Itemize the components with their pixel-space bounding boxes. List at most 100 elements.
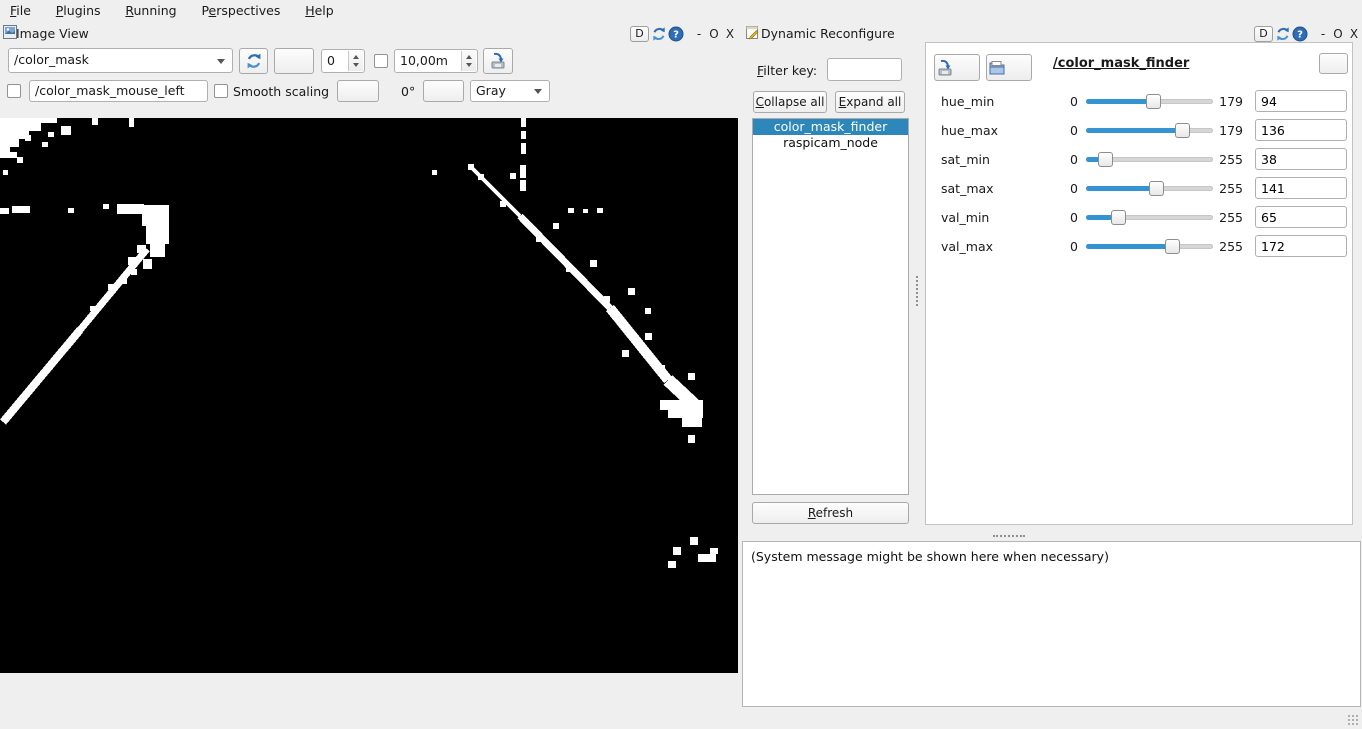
rotate-right-button[interactable] — [423, 80, 464, 102]
image-view-title: Image View — [16, 26, 89, 41]
close-node-panel-button[interactable] — [1319, 53, 1348, 74]
parameter-slider[interactable] — [1086, 232, 1213, 261]
parameter-value-input[interactable] — [1255, 119, 1347, 141]
parameter-value-input[interactable] — [1255, 235, 1347, 257]
parameter-rows: hue_min 0 179 hue_max 0 179 sat_min 0 25… — [926, 87, 1354, 261]
save-parameters-button[interactable] — [934, 54, 980, 81]
mouse-topic-value: /color_mask_mouse_left — [30, 81, 207, 98]
parameter-name-label: hue_max — [941, 116, 998, 145]
system-message-area[interactable]: (System message might be shown here when… — [742, 541, 1361, 707]
filter-key-input[interactable] — [827, 58, 902, 81]
parameter-row: hue_min 0 179 — [926, 87, 1354, 116]
dynamic-range-checkbox[interactable] — [374, 54, 388, 68]
rotation-label: 0° — [401, 84, 415, 99]
smooth-scaling-checkbox[interactable] — [214, 84, 228, 98]
vertical-splitter-handle[interactable] — [916, 276, 918, 306]
horizontal-splitter-handle[interactable] — [993, 535, 1025, 537]
parameter-slider[interactable] — [1086, 203, 1213, 232]
publish-mouse-checkbox[interactable] — [7, 84, 21, 98]
slider-handle[interactable] — [1111, 210, 1126, 225]
close-button[interactable]: X — [1348, 26, 1360, 42]
parameter-row: val_min 0 255 — [926, 203, 1354, 232]
parameter-max-label: 255 — [1201, 145, 1243, 174]
reload-plugin-icon[interactable] — [1275, 26, 1291, 42]
slider-handle[interactable] — [1175, 123, 1190, 138]
parameter-value-input[interactable] — [1255, 177, 1347, 199]
gridlines-value: 0 — [327, 53, 335, 68]
chevron-down-icon — [217, 59, 225, 64]
menu-perspectives[interactable]: Perspectives — [195, 0, 286, 21]
expand-all-button[interactable]: Expand all — [835, 91, 905, 113]
parameter-min-label: 0 — [1054, 203, 1078, 232]
parameter-slider[interactable] — [1086, 174, 1213, 203]
reload-plugin-icon[interactable] — [651, 26, 667, 42]
slider-handle[interactable] — [1146, 94, 1161, 109]
parameter-panel: /color_mask_finder hue_min 0 179 hue_max… — [925, 42, 1353, 525]
parameter-value-input[interactable] — [1255, 206, 1347, 228]
slider-handle[interactable] — [1098, 152, 1113, 167]
refresh-nodes-button[interactable]: Refresh — [752, 502, 909, 524]
color-scheme-combobox[interactable]: Gray — [470, 80, 550, 102]
mouse-topic-field[interactable]: /color_mask_mouse_left — [29, 80, 208, 102]
parameter-name-label: val_max — [941, 232, 993, 261]
spin-up-icon[interactable] — [353, 55, 359, 59]
menu-running[interactable]: Running — [119, 0, 182, 21]
node-list-item[interactable]: color_mask_finder — [753, 119, 908, 135]
parameter-row: sat_max 0 255 — [926, 174, 1354, 203]
load-parameters-button[interactable] — [986, 54, 1032, 81]
menu-plugins[interactable]: Plugins — [50, 0, 107, 21]
parameter-row: sat_min 0 255 — [926, 145, 1354, 174]
smooth-scaling-label: Smooth scaling — [233, 84, 329, 99]
parameter-row: hue_max 0 179 — [926, 116, 1354, 145]
parameter-max-label: 255 — [1201, 203, 1243, 232]
help-icon[interactable]: ? — [668, 26, 684, 42]
zoom-1-1-button[interactable] — [274, 48, 314, 74]
dock-button[interactable]: D — [630, 26, 649, 42]
slider-groove[interactable] — [1086, 215, 1213, 220]
slider-groove[interactable] — [1086, 128, 1213, 133]
parameter-value-input[interactable] — [1255, 90, 1347, 112]
menu-file[interactable]: File — [4, 0, 37, 21]
slider-fill — [1086, 128, 1182, 133]
save-image-button[interactable] — [483, 48, 513, 74]
slider-handle[interactable] — [1149, 181, 1164, 196]
dock-button[interactable]: D — [1254, 26, 1273, 42]
spin-down-icon[interactable] — [466, 63, 472, 67]
parameter-name-label: val_min — [941, 203, 989, 232]
parameter-slider[interactable] — [1086, 145, 1213, 174]
node-list-item[interactable]: raspicam_node — [753, 135, 908, 151]
spinbox-arrows[interactable] — [461, 51, 476, 71]
image-canvas[interactable] — [0, 118, 738, 673]
spin-up-icon[interactable] — [466, 55, 472, 59]
parameter-row: val_max 0 255 — [926, 232, 1354, 261]
max-range-spinbox[interactable]: 10,00m — [394, 49, 478, 73]
slider-groove[interactable] — [1086, 244, 1213, 249]
slider-handle[interactable] — [1165, 239, 1180, 254]
help-icon[interactable]: ? — [1292, 26, 1308, 42]
close-button[interactable]: X — [724, 26, 736, 42]
restore-button[interactable]: O — [1332, 26, 1344, 42]
parameter-slider[interactable] — [1086, 116, 1213, 145]
gridlines-spinbox[interactable]: 0 — [321, 49, 365, 73]
spinbox-arrows[interactable] — [348, 51, 363, 71]
slider-fill — [1086, 244, 1172, 249]
refresh-topics-button[interactable] — [239, 48, 268, 74]
minimize-button[interactable]: - — [693, 26, 705, 42]
resize-grip[interactable] — [1347, 714, 1359, 726]
slider-fill — [1086, 99, 1153, 104]
parameter-value-input[interactable] — [1255, 148, 1347, 170]
dynamic-reconfigure-titlebar: Dynamic Reconfigure D ? - O X — [745, 24, 1362, 44]
svg-text:?: ? — [1297, 30, 1303, 41]
parameter-slider[interactable] — [1086, 87, 1213, 116]
restore-button[interactable]: O — [708, 26, 720, 42]
spin-down-icon[interactable] — [353, 63, 359, 67]
minimize-button[interactable]: - — [1317, 26, 1329, 42]
node-list[interactable]: color_mask_finderraspicam_node — [752, 118, 909, 495]
collapse-all-button[interactable]: Collapse all — [753, 91, 827, 113]
topic-combobox[interactable]: /color_mask — [8, 48, 233, 73]
filter-key-label: Filter key: — [757, 63, 817, 78]
parameter-max-label: 255 — [1201, 232, 1243, 261]
parameter-max-label: 255 — [1201, 174, 1243, 203]
menu-help[interactable]: Help — [299, 0, 340, 21]
rotate-left-button[interactable] — [337, 80, 379, 102]
